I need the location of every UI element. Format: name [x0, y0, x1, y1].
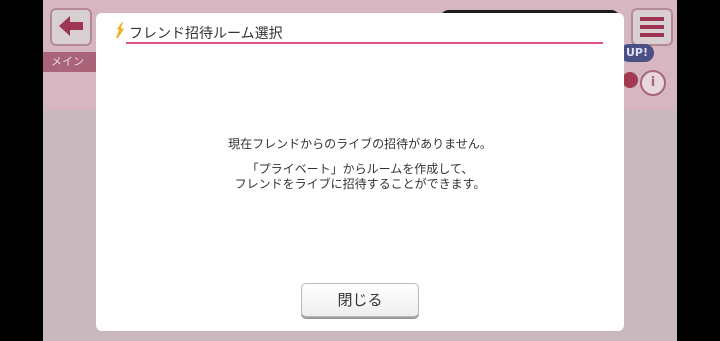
message-line-1: 現在フレンドからのライブの招待がありません。	[228, 137, 492, 151]
friend-invite-room-dialog: フレンド招待ルーム選択 現在フレンドからのライブの招待がありません。 「プライベ…	[96, 13, 624, 331]
up-badge: UP!	[620, 44, 655, 62]
title-divider	[126, 42, 603, 44]
menu-button[interactable]	[631, 8, 673, 46]
close-button[interactable]: 閉じる	[301, 283, 419, 317]
message-line-3: フレンドをライブに招待することができます。	[234, 177, 486, 191]
notification-dot	[622, 72, 638, 88]
back-button[interactable]	[50, 8, 92, 46]
guitar-pick-icon	[116, 22, 124, 38]
main-tab-label: メイン	[51, 55, 84, 68]
dialog-message: 現在フレンドからのライブの招待がありません。 「プライベート」からルームを作成し…	[96, 137, 624, 192]
info-icon[interactable]: i	[640, 70, 666, 96]
back-arrow-icon	[59, 16, 83, 36]
message-line-2: 「プライベート」からルームを作成して、	[246, 162, 474, 176]
hamburger-menu-icon	[640, 17, 664, 37]
dialog-title: フレンド招待ルーム選択	[129, 26, 283, 42]
